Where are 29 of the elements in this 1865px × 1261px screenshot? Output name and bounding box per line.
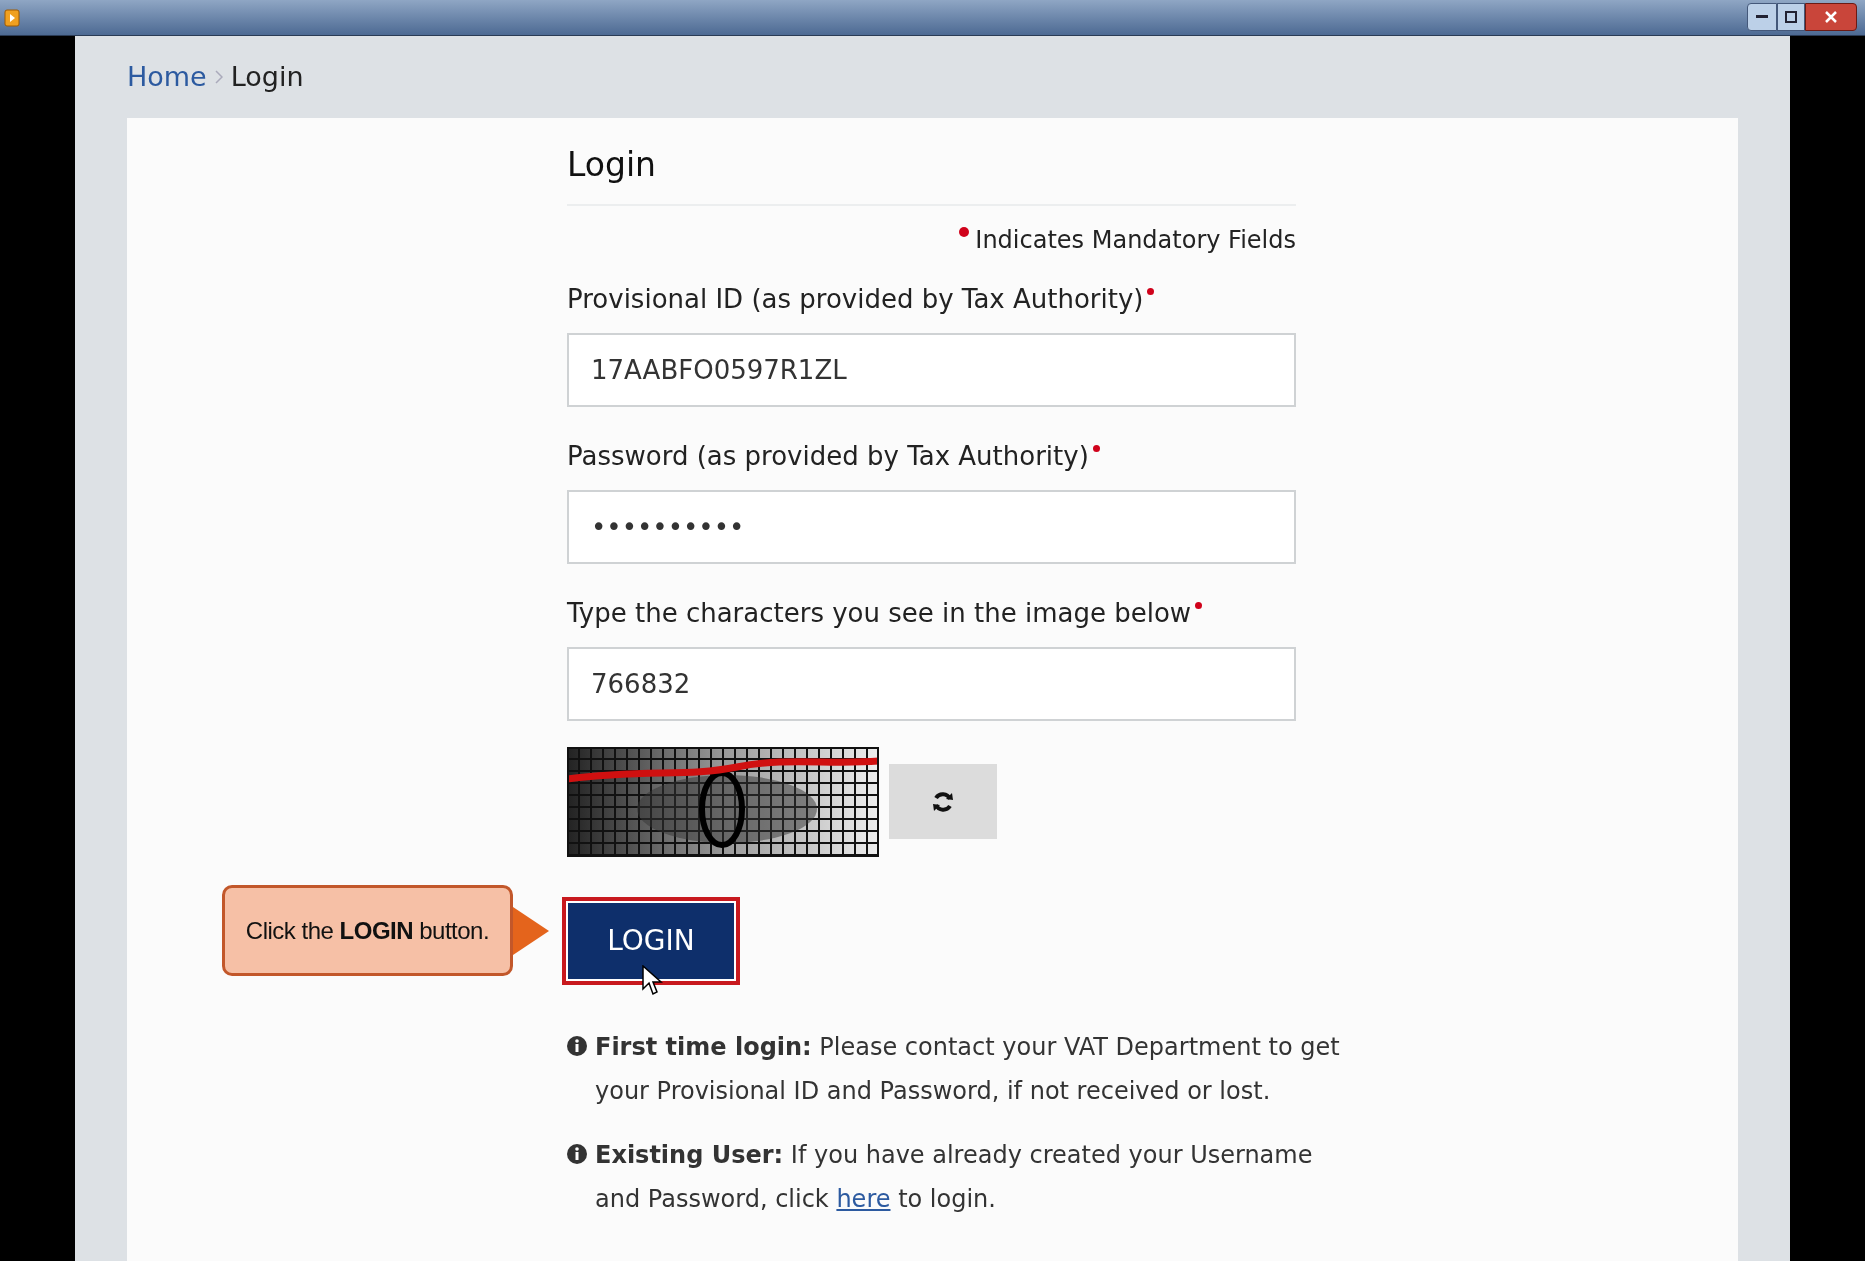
maximize-icon: [1785, 10, 1797, 23]
input-field[interactable]: 17AABFO0597R1ZL: [567, 332, 1296, 407]
info-icon: [567, 1035, 587, 1056]
info-icon: [567, 1143, 587, 1164]
input-field[interactable]: ••••••••••: [567, 489, 1296, 564]
callout: Click the LOGIN button.: [222, 885, 513, 976]
login-button[interactable]: LOGIN: [562, 896, 740, 985]
close-button[interactable]: [1805, 2, 1857, 31]
field-label: Provisional ID (as provided by Tax Authority): [567, 282, 1144, 316]
here-link[interactable]: here: [836, 1184, 891, 1213]
app-icon: [4, 8, 20, 27]
refresh-icon: [932, 789, 954, 814]
refresh-button[interactable]: [889, 764, 997, 839]
minimize-button[interactable]: [1747, 2, 1777, 31]
info-paragraph: Existing User: If you have already created your Username and Password, click here to login.: [595, 1139, 1314, 1215]
field-label: Password (as provided by Tax Authority): [567, 439, 1089, 473]
chevron-icon: [214, 70, 223, 84]
maximize-button[interactable]: [1777, 2, 1805, 31]
close-icon: [1824, 10, 1838, 23]
info-paragraph: First time login: Please contact your VAT Department to get your Provisional ID and Password, if not received or lost.: [595, 1031, 1341, 1107]
field-label: Type the characters you see in the image below: [567, 596, 1192, 630]
input-field[interactable]: 766832: [567, 646, 1296, 721]
cursor-icon: [642, 964, 664, 997]
mandatory-note: Indicates Mandatory Fields: [975, 224, 1296, 256]
breadcrumb-link[interactable]: Home: [127, 56, 207, 98]
breadcrumb-current: Login: [230, 59, 304, 94]
pointer-icon: [513, 906, 549, 955]
minimize-icon: [1756, 14, 1768, 19]
page-heading: Login: [567, 118, 1296, 206]
